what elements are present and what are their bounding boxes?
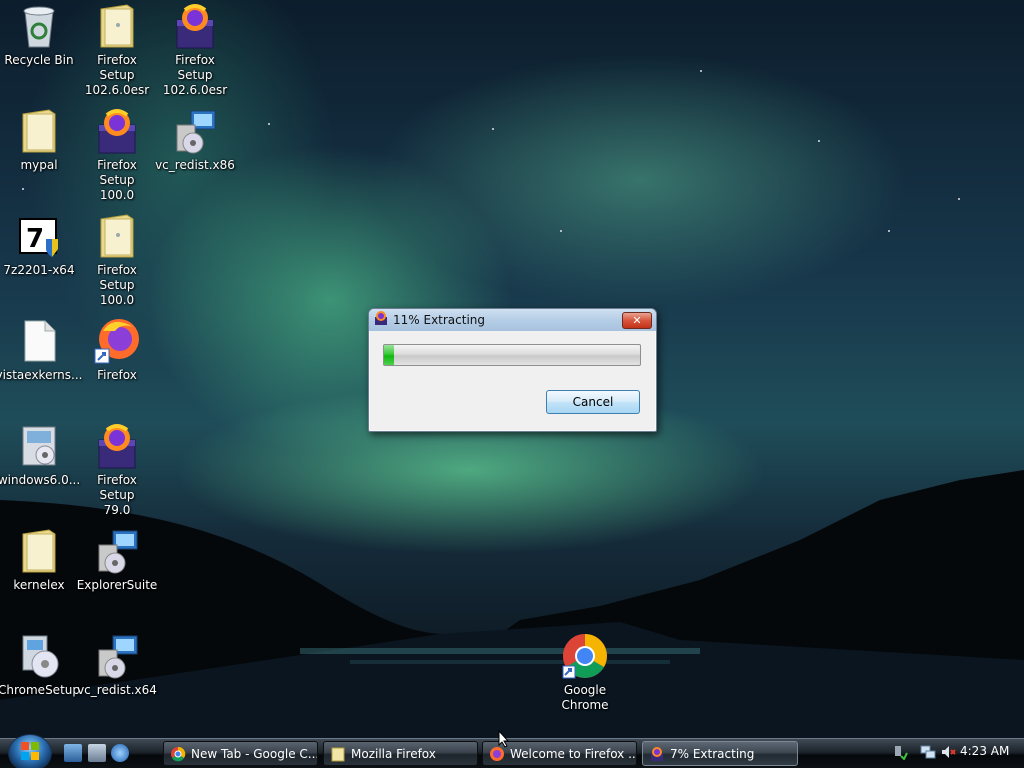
desktop-icon-kernelex[interactable]: kernelex (0, 527, 78, 593)
setup-icon (93, 632, 141, 680)
taskbar-button-label: Welcome to Firefox ... (510, 746, 637, 761)
desktop-icon-mypal[interactable]: mypal (0, 107, 78, 173)
taskbar-button-label: Mozilla Firefox (351, 746, 436, 761)
desktop-icon-recycle-bin[interactable]: Recycle Bin (0, 2, 78, 68)
desktop-icon-label: vc_redist.x86 (155, 158, 235, 172)
dialog-titlebar[interactable]: 11% Extracting ✕ (369, 309, 656, 331)
desktop-icon-vc-redist-x64[interactable]: vc_redist.x64 (77, 632, 157, 698)
cancel-button[interactable]: Cancel (546, 390, 640, 414)
desktop-icon-label: Firefox Setup 102.6.0esr (162, 53, 228, 97)
switch-windows-icon[interactable] (88, 744, 106, 762)
desktop-icon-label: Firefox Setup 100.0 (97, 158, 137, 202)
firefox-installer-icon (93, 107, 141, 155)
firefox-installer-icon (93, 422, 141, 470)
taskbar-button-chrome[interactable]: New Tab - Google C... (163, 741, 318, 766)
progress-fill (384, 345, 395, 365)
desktop-icon-label: vc_redist.x64 (77, 683, 157, 697)
volume-muted-icon[interactable] (940, 744, 956, 764)
desktop-icon-firefox-installer[interactable]: Firefox Setup 100.0 (78, 107, 156, 203)
internet-explorer-icon[interactable] (111, 744, 129, 762)
desktop-icon-chromesetup[interactable]: ChromeSetup (0, 632, 80, 698)
desktop-icon-label: mypal (20, 158, 58, 172)
desktop-icon-firefox-setup-folder[interactable]: Firefox Setup 102.6.0esr (78, 2, 156, 98)
firefox-icon (93, 317, 141, 365)
installer-icon (373, 310, 389, 330)
desktop-icon-label: kernelex (13, 578, 65, 592)
folder-icon (15, 527, 63, 575)
show-desktop-icon[interactable] (64, 744, 82, 762)
dialog-title: 11% Extracting (393, 313, 486, 327)
folder-icon (93, 2, 141, 50)
desktop-icon-firefox-installer[interactable]: Firefox Setup 79.0 (78, 422, 156, 518)
desktop-icon-label: Google Chrome (561, 683, 609, 712)
desktop-icon-label: ExplorerSuite (76, 578, 158, 592)
safely-remove-icon[interactable] (892, 744, 908, 764)
desktop-icon-label: vistaexkerns... (0, 368, 83, 382)
folder-icon (93, 212, 141, 260)
taskbar-button-mozilla-firefox-folder[interactable]: Mozilla Firefox (323, 741, 478, 766)
desktop-icon-firefox[interactable]: Firefox (78, 317, 156, 383)
desktop-icon-vistaexkerns[interactable]: vistaexkerns... (0, 317, 82, 383)
taskbar-button-extracting[interactable]: 7% Extracting (642, 741, 798, 766)
desktop-icon-label: Firefox (97, 368, 137, 382)
desktop-icon-label: windows6.0... (0, 473, 81, 487)
star (700, 70, 702, 72)
7zip-icon: 7 (15, 212, 63, 260)
network-icon[interactable] (920, 744, 936, 764)
desktop-icon-label: Firefox Setup 102.6.0esr (84, 53, 150, 97)
star (818, 140, 820, 142)
desktop-icon-windows-update[interactable]: windows6.0... (0, 422, 81, 488)
taskbar-button-label: New Tab - Google C... (191, 746, 318, 761)
clock[interactable]: 4:23 AM (960, 744, 1009, 758)
desktop-icon-google-chrome[interactable]: Google Chrome (546, 632, 624, 713)
mouse-cursor-icon (498, 730, 510, 748)
desktop-icon-label: ChromeSetup (0, 683, 80, 697)
close-icon: ✕ (632, 314, 642, 327)
setup-icon (93, 527, 141, 575)
star (958, 198, 960, 200)
desktop-icon-7zip[interactable]: 7 7z2201-x64 (0, 212, 78, 278)
recycle-bin-icon (15, 2, 63, 50)
desktop-icon-label: 7z2201-x64 (3, 263, 75, 277)
chrome-icon (561, 632, 609, 680)
firefox-installer-icon (171, 2, 219, 50)
folder-icon (330, 746, 346, 762)
desktop-icon-firefox-setup-folder[interactable]: Firefox Setup 100.0 (78, 212, 156, 308)
star (22, 188, 24, 190)
star (560, 230, 562, 232)
desktop-icon-explorersuite[interactable]: ExplorerSuite (76, 527, 158, 593)
desktop-icon-vc-redist-x86[interactable]: vc_redist.x86 (155, 107, 235, 173)
desktop-icon-firefox-installer[interactable]: Firefox Setup 102.6.0esr (156, 2, 234, 98)
cd-setup-icon (15, 632, 63, 680)
windows-logo-icon (20, 741, 40, 765)
star (492, 128, 494, 130)
desktop-icon-label: Recycle Bin (4, 53, 74, 67)
installer-icon (649, 746, 665, 762)
desktop-icon-label: Firefox Setup 79.0 (97, 473, 137, 517)
progress-bar (383, 344, 641, 366)
desktop-icon-label: Firefox Setup 100.0 (97, 263, 137, 307)
file-icon (15, 317, 63, 365)
chrome-icon (170, 746, 186, 762)
taskbar-button-label: 7% Extracting (670, 746, 755, 761)
star (268, 123, 270, 125)
update-package-icon (15, 422, 63, 470)
setup-icon (171, 107, 219, 155)
folder-icon (15, 107, 63, 155)
start-button[interactable] (8, 734, 52, 768)
close-button[interactable]: ✕ (622, 312, 652, 329)
extracting-dialog: 11% Extracting ✕ Cancel (368, 308, 657, 432)
star (888, 230, 890, 232)
svg-text:7: 7 (26, 224, 44, 254)
